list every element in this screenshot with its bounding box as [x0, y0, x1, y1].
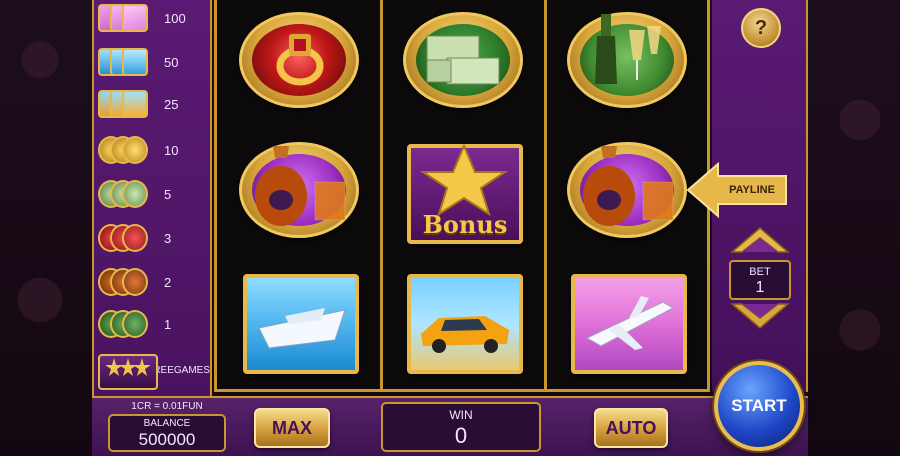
- paytable-row-freegames: FREEGAMES: [98, 350, 210, 390]
- ring-icon: [237, 10, 361, 114]
- money-stack-icon: [98, 178, 158, 210]
- bet-label: BET: [749, 266, 771, 278]
- bet-increase-button[interactable]: [728, 222, 792, 256]
- airplane-icon: [98, 2, 158, 34]
- reel-area: Bonus: [214, 0, 710, 392]
- yacht-icon: [98, 46, 158, 78]
- win-value: 0: [454, 423, 468, 448]
- sports-car-icon: [401, 270, 525, 374]
- paytable-row: 25: [98, 86, 210, 122]
- paytable-value: 5: [164, 186, 172, 202]
- paytable-row: 50: [98, 44, 210, 80]
- sports-car-icon: [98, 88, 158, 120]
- paytable-row: 3: [98, 220, 210, 256]
- cognac-icon: [565, 140, 689, 244]
- money-stack-icon: [401, 10, 525, 114]
- auto-spin-button[interactable]: AUTO: [594, 408, 668, 448]
- credit-rate: 1CR = 0.01FUN: [131, 401, 203, 412]
- champagne-icon: [565, 10, 689, 114]
- bet-decrease-button[interactable]: [728, 300, 792, 334]
- start-button[interactable]: START: [714, 361, 804, 451]
- paytable-row: 5: [98, 176, 210, 212]
- payline-label: PAYLINE: [729, 184, 775, 196]
- bonus-star-icon: Bonus: [401, 140, 525, 244]
- reel-divider: [544, 0, 547, 392]
- bonus-label: Bonus: [422, 210, 508, 239]
- gold-bars-icon: [98, 134, 158, 166]
- yacht-icon: [237, 270, 361, 374]
- balance-value: 500000: [138, 430, 196, 449]
- max-bet-button[interactable]: MAX: [254, 408, 330, 448]
- ring-icon: [98, 222, 158, 254]
- help-button[interactable]: ?: [741, 8, 781, 48]
- paytable-value: 10: [164, 142, 179, 158]
- cognac-icon: [98, 266, 158, 298]
- paytable-value: 3: [164, 230, 172, 246]
- airplane-icon: [565, 270, 689, 374]
- reel-divider: [380, 0, 383, 392]
- bet-display: BET 1: [729, 260, 791, 300]
- win-display: WIN 0: [381, 402, 541, 452]
- paytable-row: 1: [98, 306, 210, 342]
- win-label: WIN: [449, 408, 473, 422]
- paytable-value: 1: [164, 316, 172, 332]
- paytable-value: 100: [164, 10, 186, 26]
- balance-display: BALANCE 500000: [108, 414, 226, 452]
- paytable-row: 10: [98, 132, 210, 168]
- bonus-star-icon: [98, 354, 158, 390]
- paytable-value: 50: [164, 54, 179, 70]
- cognac-icon: [237, 140, 361, 244]
- bet-value: 1: [755, 279, 765, 296]
- paytable-row: 2: [98, 264, 210, 300]
- champagne-icon: [98, 308, 158, 340]
- balance-label: BALANCE: [143, 418, 191, 429]
- paytable-row: 100: [98, 0, 210, 36]
- paytable: 100 50 25 10 5 3 2 1 FREEGAMES: [92, 0, 212, 396]
- paytable-value: 2: [164, 274, 172, 290]
- paytable-value: 25: [164, 96, 179, 112]
